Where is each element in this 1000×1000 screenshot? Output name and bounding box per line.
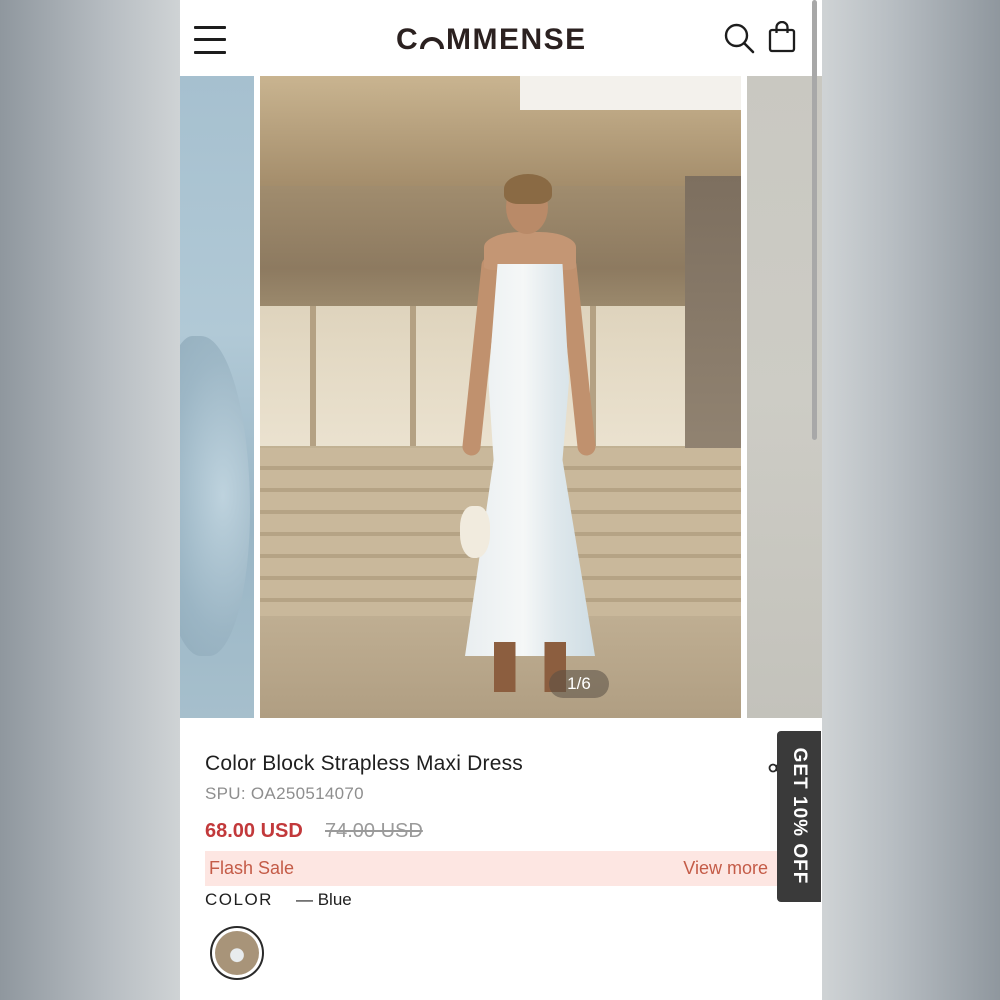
top-navigation-bar: C MMENSE (180, 0, 822, 76)
svg-text:C: C (396, 23, 419, 56)
product-title: Color Block Strapless Maxi Dress (205, 752, 523, 775)
brand-logo-wordmark: C MMENSE (396, 23, 587, 56)
phone-screen: C MMENSE 1/6 Color Block Strapless Maxi … (180, 0, 822, 1000)
brand-logo[interactable]: C MMENSE (396, 18, 608, 58)
view-more-link[interactable]: View more (683, 858, 768, 879)
sale-price: 68.00 USD (205, 820, 303, 842)
product-spu: SPU: OA250514070 (205, 784, 364, 803)
product-info-section: Color Block Strapless Maxi Dress SPU: OA… (180, 718, 822, 1000)
background-blur-left (0, 0, 180, 1000)
original-price: 74.00 USD (325, 820, 423, 842)
shopping-bag-icon[interactable] (767, 21, 797, 53)
fabric-detail (180, 336, 250, 656)
product-image-gallery[interactable]: 1/6 (180, 76, 822, 718)
color-swatch-blue[interactable] (210, 926, 264, 980)
color-value: — Blue (296, 890, 352, 909)
main-product-image[interactable]: 1/6 (260, 76, 741, 718)
discount-promo-tab[interactable]: GET 10% OFF (777, 731, 821, 902)
flash-sale-label: Flash Sale (209, 858, 295, 878)
swatch-thumbnail (215, 931, 259, 975)
background-blur-right (822, 0, 1000, 1000)
page-scrollbar[interactable] (812, 0, 817, 440)
hamburger-menu-icon[interactable] (194, 24, 228, 56)
previous-gallery-image[interactable] (180, 76, 254, 718)
search-icon[interactable] (723, 22, 755, 54)
color-label: COLOR (205, 890, 273, 909)
promo-label: GET 10% OFF (789, 747, 810, 885)
gallery-counter: 1/6 (549, 670, 609, 698)
next-gallery-image[interactable] (747, 76, 822, 718)
handbag (460, 506, 490, 558)
flash-sale-banner[interactable]: Flash Sale View more › (205, 851, 790, 886)
svg-text:MMENSE: MMENSE (446, 23, 587, 56)
